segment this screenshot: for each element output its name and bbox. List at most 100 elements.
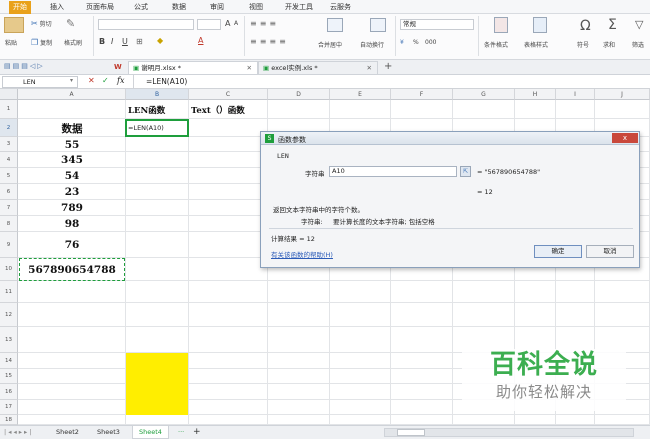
symbol-icon[interactable]: Ω (580, 18, 591, 34)
font-color-icon[interactable]: A (198, 36, 203, 45)
close-tab-icon[interactable]: ✕ (367, 62, 372, 74)
cancel-button[interactable]: 取消 (586, 245, 634, 258)
border-icon[interactable]: ⊞ (136, 37, 143, 46)
dialog-title-bar[interactable]: S 函数参数 x (261, 132, 639, 145)
row-header-1[interactable]: 1 (0, 100, 18, 119)
merge-icon[interactable] (327, 18, 343, 32)
row-header-8[interactable]: 8 (0, 216, 18, 232)
cell-a9[interactable]: 76 (19, 232, 125, 257)
function-help-link[interactable]: 有关该函数的帮助(H) (271, 249, 333, 259)
column-header-i[interactable]: I (556, 89, 595, 100)
cell-a8[interactable]: 98 (19, 216, 125, 232)
row-header-2[interactable]: 2 (0, 119, 18, 137)
number-format-select[interactable]: 常规 (400, 19, 474, 30)
cancel-formula-button[interactable]: ✕ (88, 76, 95, 85)
ok-button[interactable]: 确定 (534, 245, 582, 258)
add-sheet-button[interactable]: + (193, 426, 201, 439)
cell-b1[interactable]: LEN函数 (126, 100, 189, 119)
sum-icon[interactable]: Σ (608, 17, 617, 33)
name-box[interactable]: LEN (2, 76, 78, 88)
horizontal-scrollbar[interactable] (384, 428, 634, 437)
row-header-18[interactable]: 18 (0, 415, 18, 425)
merge-center-button[interactable]: 合并居中 (318, 40, 342, 49)
row-header-5[interactable]: 5 (0, 168, 18, 184)
paste-button-label[interactable]: 粘贴 (5, 38, 17, 47)
menu-formulas[interactable]: 公式 (134, 2, 148, 14)
menu-home[interactable]: 开始 (9, 1, 31, 14)
percent-button[interactable]: % (413, 39, 419, 46)
column-header-e[interactable]: E (330, 89, 391, 100)
cell-a2[interactable]: 数据 (19, 119, 125, 137)
select-all-corner[interactable] (0, 89, 18, 100)
close-tab-icon[interactable]: ✕ (247, 62, 252, 74)
underline-button[interactable]: U (122, 37, 128, 46)
confirm-formula-button[interactable]: ✓ (102, 76, 109, 85)
menu-review[interactable]: 审阅 (210, 2, 224, 14)
row-header-13[interactable]: 13 (0, 327, 18, 353)
wrap-text-button[interactable]: 自动换行 (360, 40, 384, 49)
format-painter-button[interactable]: 格式刷 (64, 38, 82, 47)
row-header-6[interactable]: 6 (0, 184, 18, 200)
sheet-tab-sheet3[interactable]: Sheet3 (97, 426, 120, 439)
menu-view[interactable]: 视图 (249, 2, 263, 14)
cell-a10-referenced[interactable]: 567890654788 (19, 258, 125, 281)
column-header-h[interactable]: H (515, 89, 556, 100)
column-header-f[interactable]: F (391, 89, 453, 100)
symbol-button[interactable]: 符号 (577, 40, 589, 49)
align-left-icons[interactable]: ≡≡≡≡ (250, 37, 289, 46)
cell-a7[interactable]: 789 (19, 200, 125, 216)
new-tab-button[interactable]: + (384, 61, 392, 72)
cell-a5[interactable]: 54 (19, 168, 125, 184)
chevron-down-icon[interactable]: ▾ (70, 77, 73, 84)
column-header-a[interactable]: A (18, 89, 126, 100)
font-name-select[interactable] (98, 19, 194, 30)
cut-button[interactable]: ✂ 剪切 (31, 19, 52, 28)
row-header-14[interactable]: 14 (0, 353, 18, 369)
quick-access-icons[interactable]: ▤▤▤◁▷ (4, 62, 45, 70)
tab-book1[interactable]: ▣ 谢明月.xlsx * ✕ (128, 61, 258, 74)
fill-color-icon[interactable]: ◆ (157, 36, 163, 45)
sheet-tab-sheet2[interactable]: Sheet2 (56, 426, 79, 439)
filter-button[interactable]: 筛选 (632, 40, 644, 49)
copy-button[interactable]: ❐ 复制 (31, 38, 52, 47)
paste-icon[interactable] (4, 17, 24, 33)
column-header-d[interactable]: D (268, 89, 330, 100)
range-picker-icon[interactable]: ⇱ (460, 166, 471, 177)
column-header-c[interactable]: C (189, 89, 268, 100)
argument-input[interactable]: A10 (329, 166, 457, 177)
filter-icon[interactable]: ▽ (635, 18, 643, 31)
dialog-close-button[interactable]: x (612, 133, 638, 143)
more-sheets-button[interactable]: ··· (178, 426, 184, 439)
thousands-button[interactable]: 000 (425, 39, 436, 46)
tab-book2[interactable]: ▣ excel实例.xls * ✕ (258, 61, 378, 74)
table-style-icon[interactable] (533, 17, 547, 33)
menu-cloud[interactable]: 云服务 (330, 2, 351, 14)
cell-a4[interactable]: 345 (19, 152, 125, 168)
sheet-tab-sheet4[interactable]: Sheet4 (132, 426, 169, 439)
font-grow-button[interactable]: A (225, 19, 230, 28)
sum-button[interactable]: 求和 (603, 40, 615, 49)
row-header-9[interactable]: 9 (0, 232, 18, 258)
bold-button[interactable]: B (99, 37, 105, 46)
wrap-icon[interactable] (370, 18, 386, 32)
cell-a3[interactable]: 55 (19, 137, 125, 152)
row-header-17[interactable]: 17 (0, 400, 18, 415)
row-header-10[interactable]: 10 (0, 258, 18, 281)
row-header-15[interactable]: 15 (0, 369, 18, 384)
currency-icon[interactable]: ¥ (400, 39, 404, 46)
row-header-7[interactable]: 7 (0, 200, 18, 216)
row-header-11[interactable]: 11 (0, 281, 18, 303)
font-shrink-button[interactable]: A (234, 20, 238, 27)
scrollbar-thumb[interactable] (397, 429, 425, 436)
insert-function-button[interactable]: fx (117, 76, 124, 85)
cell-a6[interactable]: 23 (19, 184, 125, 200)
row-header-4[interactable]: 4 (0, 152, 18, 168)
brush-icon[interactable]: ✎ (66, 17, 75, 30)
table-style-button[interactable]: 表格样式 (524, 40, 548, 49)
column-header-g[interactable]: G (453, 89, 515, 100)
menu-data[interactable]: 数据 (172, 2, 186, 14)
column-header-j[interactable]: J (595, 89, 650, 100)
italic-button[interactable]: I (111, 37, 113, 46)
cell-b2-active[interactable]: =LEN(A10) (125, 119, 189, 137)
sheet-nav-arrows[interactable]: |◂◂▸▸| (4, 426, 33, 439)
